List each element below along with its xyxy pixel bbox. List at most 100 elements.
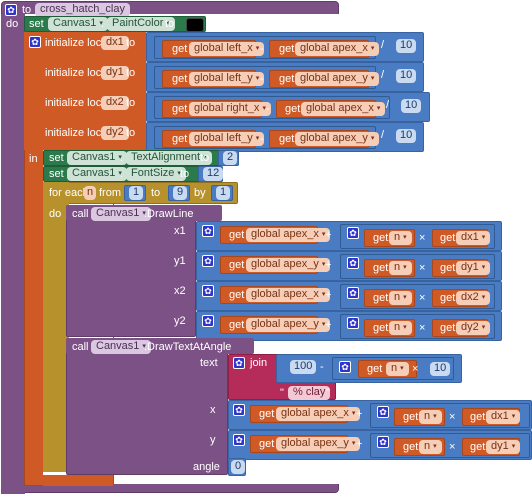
kw-get: get [440,322,456,334]
dropdown-arrow-icon: ▾ [481,264,486,271]
variable-dropdown[interactable]: n ▾ [389,291,412,305]
kw-for-each: for each [49,187,89,199]
variable-dropdown[interactable]: global apex_y ▾ [276,437,361,451]
variable-dropdown[interactable]: global apex_x ▾ [246,228,331,242]
variable-dropdown[interactable]: dy1 ▾ [486,440,521,454]
variable-dropdown[interactable]: n ▾ [389,231,412,245]
mutator-gear-icon[interactable]: ✿ [29,36,41,48]
minus-operator: - [260,43,264,55]
component-dropdown[interactable]: Canvas1 ▾ [91,340,151,354]
kw-to: to [126,97,136,109]
variable-dropdown[interactable]: global apex_y ▾ [295,72,380,86]
loop-from-value[interactable]: 1 [129,186,144,200]
divisor-value[interactable]: 10 [396,69,417,83]
times-operator: × [449,411,456,423]
kw-join: join [250,357,268,369]
color-swatch[interactable] [186,18,204,32]
mutator-gear-icon[interactable]: ✿ [202,285,214,297]
mutator-gear-icon[interactable]: ✿ [347,287,359,299]
local-var-name-field[interactable]: dy1 [101,66,129,80]
kw-to: to [151,187,161,199]
local-var-name-field[interactable]: dy2 [101,126,129,140]
variable-dropdown[interactable]: global apex_x ▾ [276,407,361,421]
variable-dropdown[interactable]: dx1 ▾ [486,410,521,424]
divisor-value[interactable]: 10 [396,129,417,143]
kw-to: to [200,152,210,164]
property-dropdown[interactable]: FontSize ▾ [126,167,186,181]
divide-operator: / [386,99,390,111]
fontsize-value[interactable]: 12 [203,167,224,181]
minus-operator: - [260,133,264,145]
variable-dropdown[interactable]: global apex_y ▾ [246,318,331,332]
variable-dropdown[interactable]: global apex_x ▾ [246,288,331,302]
textalignment-value[interactable]: 2 [223,151,238,165]
variable-dropdown[interactable]: n ▾ [419,440,442,454]
mutator-gear-icon[interactable]: ✿ [202,315,214,327]
kw-get: get [259,408,275,420]
text-string-field[interactable]: % clay [288,386,331,400]
mutator-gear-icon[interactable]: ✿ [377,436,389,448]
variable-dropdown[interactable]: global right_x ▾ [189,102,271,116]
times-operator: × [412,363,419,375]
kw-set: set [49,152,64,164]
variable-dropdown[interactable]: n ▾ [389,321,412,335]
variable-dropdown[interactable]: global left_y ▾ [189,132,265,146]
kw-get: get [229,229,245,241]
mutator-gear-icon[interactable]: ✿ [347,317,359,329]
variable-dropdown[interactable]: dx1 ▾ [456,231,491,245]
variable-dropdown[interactable]: dy1 ▾ [456,261,491,275]
variable-dropdown[interactable]: dy2 ▾ [456,321,491,335]
mutator-gear-icon[interactable]: ✿ [202,255,214,267]
variable-dropdown[interactable]: global left_y ▾ [189,72,265,86]
variable-dropdown[interactable]: global left_x ▾ [189,42,265,56]
divide-operator: / [381,129,385,141]
variable-dropdown[interactable]: global apex_y ▾ [246,258,331,272]
local-var-name-field[interactable]: dx2 [101,96,129,110]
variable-dropdown[interactable]: n ▾ [386,362,409,376]
variable-dropdown[interactable]: global apex_x ▾ [301,102,386,116]
variable-dropdown[interactable]: global apex_x ▾ [295,42,380,56]
plus-operator: + [325,259,332,271]
kw-get: get [367,363,383,375]
mutator-gear-icon[interactable]: ✿ [5,4,17,16]
method-name: .DrawLine [144,208,194,220]
number-10[interactable]: 10 [430,362,451,376]
variable-dropdown[interactable]: dx2 ▾ [456,291,491,305]
mutator-gear-icon[interactable]: ✿ [202,225,214,237]
component-dropdown[interactable]: Canvas1 ▾ [48,17,108,31]
mutator-gear-icon[interactable]: ✿ [377,406,389,418]
dropdown-arrow-icon: ▾ [370,45,375,52]
plus-operator: + [325,289,332,301]
kw-get: get [403,441,419,453]
dot: . [120,152,124,164]
loop-var-field[interactable]: n [84,186,97,200]
loop-by-value[interactable]: 1 [216,186,231,200]
mutator-gear-icon[interactable]: ✿ [347,227,359,239]
dropdown-arrow-icon: ▾ [255,45,260,52]
component-dropdown[interactable]: Canvas1 ▾ [67,167,127,181]
procedure-name-field[interactable]: cross_hatch_clay [35,3,130,17]
divisor-value[interactable]: 10 [396,39,417,53]
component-dropdown[interactable]: Canvas1 ▾ [67,151,127,165]
kw-do: do [49,208,62,220]
mutator-gear-icon[interactable]: ✿ [339,361,351,373]
mutator-gear-icon[interactable]: ✿ [233,357,245,369]
kw-get: get [229,289,245,301]
divisor-value[interactable]: 10 [401,99,422,113]
keyword-to: to [22,4,32,16]
kw-get: get [229,259,245,271]
loop-to-value[interactable]: 9 [173,186,188,200]
times-operator: × [419,322,426,334]
mutator-gear-icon[interactable]: ✿ [347,257,359,269]
variable-dropdown[interactable]: global apex_y ▾ [295,132,380,146]
angle-value[interactable]: 0 [231,460,246,474]
number-100[interactable]: 100 [290,360,317,374]
property-dropdown[interactable]: TextAlignment ▾ [126,151,212,165]
kw-set: set [29,18,44,30]
mutator-gear-icon[interactable]: ✿ [233,434,245,446]
local-var-name-field[interactable]: dx1 [101,36,129,50]
variable-dropdown[interactable]: n ▾ [419,410,442,424]
variable-dropdown[interactable]: n ▾ [389,261,412,275]
component-dropdown[interactable]: Canvas1 ▾ [91,207,151,221]
mutator-gear-icon[interactable]: ✿ [233,404,245,416]
